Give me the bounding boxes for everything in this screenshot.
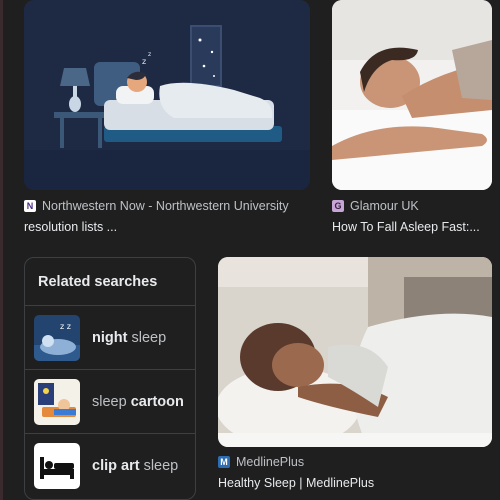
result-image-sleeping-illustration[interactable]: z z xyxy=(24,0,310,190)
night-sleep-thumb-icon: z z xyxy=(34,314,80,361)
source-name: MedlinePlus xyxy=(236,455,305,469)
result-title[interactable]: resolution lists ... xyxy=(24,220,310,234)
source-favicon-icon: G xyxy=(332,200,344,212)
related-searches-heading: Related searches xyxy=(25,258,195,306)
sleep-cartoon-thumb-icon xyxy=(34,378,80,425)
related-search-night-sleep[interactable]: z z night sleep xyxy=(25,306,195,370)
woman-sleeping-photo xyxy=(332,0,492,190)
result-source[interactable]: N Northwestern Now - Northwestern Univer… xyxy=(24,199,289,213)
result-title[interactable]: Healthy Sleep | MedlinePlus xyxy=(218,476,492,490)
related-search-label: sleep cartoon xyxy=(92,394,184,410)
source-favicon-icon: N xyxy=(24,200,36,212)
window-edge xyxy=(0,0,3,500)
label-normal: sleep xyxy=(127,329,167,346)
svg-text:z: z xyxy=(148,51,151,58)
svg-text:z: z xyxy=(142,57,146,66)
label-bold: clip art xyxy=(92,458,140,474)
result-image-woman-sleeping[interactable] xyxy=(332,0,492,190)
result-source[interactable]: G Glamour UK xyxy=(332,199,419,213)
source-name: Northwestern Now - Northwestern Universi… xyxy=(42,199,289,213)
svg-text:z z: z z xyxy=(60,322,71,331)
label-bold: cartoon xyxy=(130,393,184,410)
label-bold: night xyxy=(92,329,128,346)
label-normal: sleep xyxy=(139,458,179,474)
result-image-woman-sleeping-pillow[interactable] xyxy=(218,257,492,447)
result-title[interactable]: How To Fall Asleep Fast:... xyxy=(332,220,492,234)
person-sleeping-in-bed-illustration: z z xyxy=(24,0,310,190)
bed-clipart-thumb-icon xyxy=(34,443,80,489)
related-search-clip-art-sleep[interactable]: clip art sleep xyxy=(25,434,195,498)
related-searches-card: Related searches z z night sleep sleep c… xyxy=(24,257,196,500)
source-favicon-icon: M xyxy=(218,456,230,468)
related-search-label: clip art sleep xyxy=(92,458,178,474)
related-search-label: night sleep xyxy=(92,330,166,346)
woman-sleeping-pillow-photo xyxy=(218,257,492,447)
source-name: Glamour UK xyxy=(350,199,419,213)
related-search-sleep-cartoon[interactable]: sleep cartoon xyxy=(25,370,195,434)
label-normal: sleep xyxy=(92,393,131,410)
result-source[interactable]: M MedlinePlus xyxy=(218,455,304,469)
